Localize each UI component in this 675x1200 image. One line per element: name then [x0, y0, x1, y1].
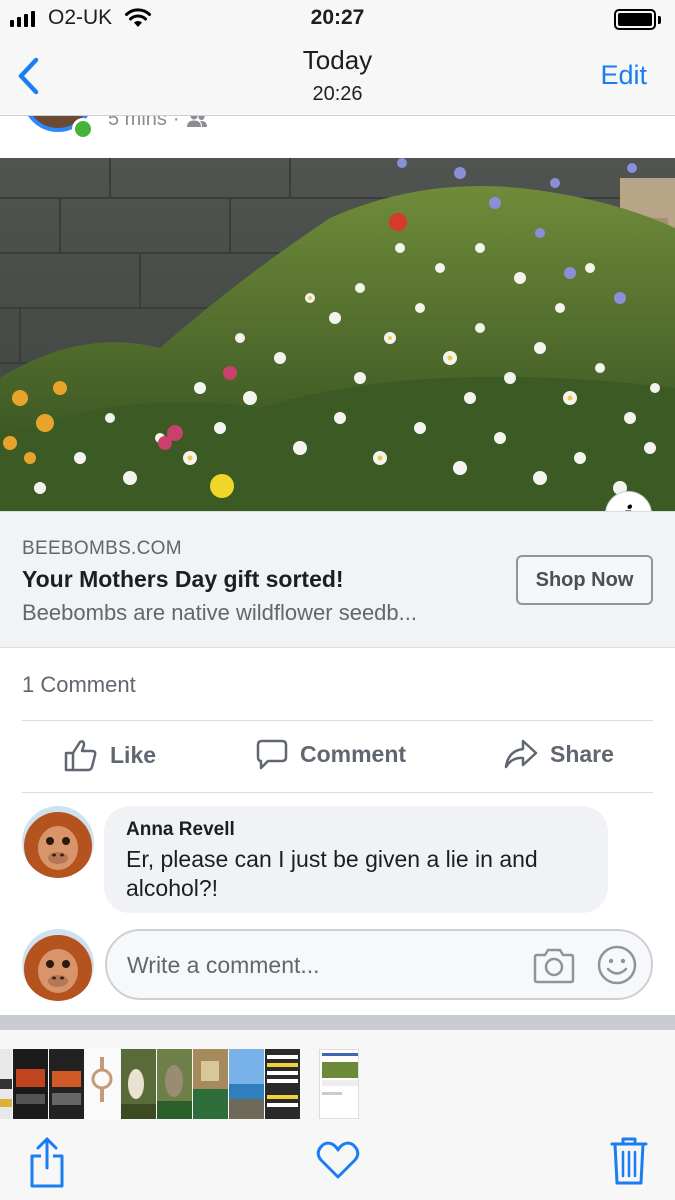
share-button[interactable]: Share [504, 738, 614, 770]
commenter-avatar[interactable] [22, 806, 94, 878]
comment-label: Comment [300, 740, 407, 767]
friends-icon [186, 116, 207, 127]
page-subtitle-time: 20:26 [312, 83, 363, 105]
divider [22, 792, 653, 793]
comment-composer [22, 929, 662, 1001]
comment-button[interactable]: Comment [256, 738, 406, 770]
comment-input-box[interactable] [105, 929, 653, 1000]
ad-description: Beebombs are native wildflower seedb... [22, 600, 417, 625]
navigation-bar: Today 20:26 Edit [0, 40, 675, 116]
shop-now-button[interactable]: Shop Now [516, 555, 653, 605]
thumbnail-exit-warning[interactable] [265, 1049, 300, 1119]
battery-icon [614, 9, 661, 30]
thumbnail-current-post[interactable] [319, 1049, 359, 1119]
post-photo[interactable]: i [0, 158, 675, 511]
share-arrow-icon [504, 739, 538, 769]
thumbnail-keyboard[interactable] [0, 1049, 12, 1119]
thumbnail-shop-interior[interactable] [193, 1049, 228, 1119]
thumbnail-strip[interactable] [0, 1049, 359, 1119]
post-actions: Like Comment Share [0, 722, 675, 792]
bottom-toolbar [0, 1128, 675, 1200]
like-label: Like [110, 741, 157, 768]
status-time: 20:27 [310, 6, 365, 29]
current-user-avatar [22, 929, 94, 1001]
ad-domain: BEEBOMBS.COM [22, 538, 182, 559]
share-label: Share [550, 740, 614, 767]
thumbnail-beach[interactable] [229, 1049, 264, 1119]
comment-count[interactable]: 1 Comment [22, 672, 136, 698]
post-meta: 5 mins · [108, 116, 208, 131]
divider [22, 720, 653, 721]
share-icon[interactable] [28, 1136, 66, 1188]
post-header: 5 mins · [0, 116, 675, 158]
emoji-icon[interactable] [597, 945, 637, 985]
wildflower-image [0, 158, 675, 511]
thumbnail-car-display[interactable] [13, 1049, 48, 1119]
comment-text: Er, please can I just be given a lie in … [126, 846, 538, 901]
edit-button[interactable]: Edit [600, 60, 647, 91]
ad-headline: Your Mothers Day gift sorted! [22, 566, 344, 592]
meta-separator: · [172, 116, 180, 130]
status-bar: O2-UK 20:27 [0, 0, 675, 40]
thumbnail-statue[interactable] [157, 1049, 192, 1119]
like-button[interactable]: Like [64, 738, 156, 772]
post-timestamp[interactable]: 5 mins [108, 116, 167, 131]
ad-link-preview[interactable]: BEEBOMBS.COM Your Mothers Day gift sorte… [0, 511, 675, 648]
online-indicator [72, 118, 94, 140]
camera-icon[interactable] [533, 945, 575, 985]
heart-icon[interactable] [316, 1140, 360, 1180]
comment-bubble[interactable]: Anna Revell Er, please can I just be giv… [104, 806, 608, 913]
comment-input[interactable] [127, 947, 517, 983]
feed-separator [0, 1015, 675, 1030]
speech-bubble-icon [256, 739, 288, 770]
thumbnail-birds[interactable] [121, 1049, 156, 1119]
comment-author[interactable]: Anna Revell [126, 819, 586, 841]
trash-icon[interactable] [610, 1136, 648, 1186]
page-title: Today [302, 45, 373, 75]
thumbnail-car-display[interactable] [49, 1049, 84, 1119]
thumbnail-watch-ad[interactable] [85, 1049, 120, 1119]
thumbs-up-icon [64, 740, 97, 772]
